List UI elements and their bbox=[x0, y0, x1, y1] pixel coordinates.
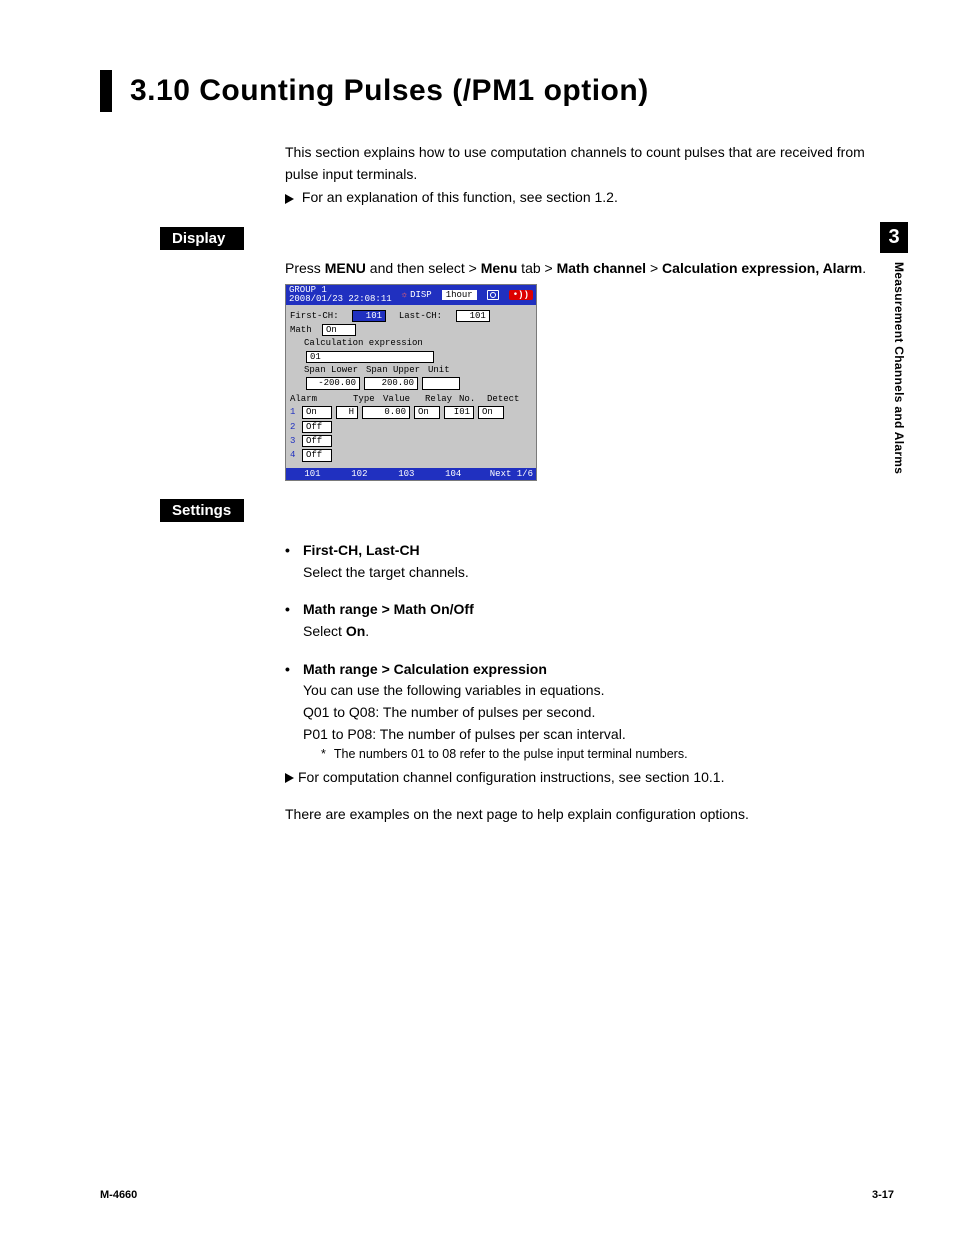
arrow-icon bbox=[285, 773, 294, 783]
arrow-icon bbox=[285, 194, 294, 204]
bullet-icon bbox=[285, 659, 303, 681]
setting-heading: Math range > Math On/Off bbox=[303, 599, 474, 621]
camera-icon bbox=[487, 290, 499, 300]
title-accent-bar bbox=[100, 70, 112, 112]
footer-page-number: 3-17 bbox=[872, 1189, 894, 1201]
settings-list: First-CH, Last-CH Select the target chan… bbox=[285, 540, 894, 789]
bullet-icon bbox=[285, 599, 303, 621]
display-instruction: Press MENU and then select > Menu tab > … bbox=[285, 258, 894, 280]
setting-heading: First-CH, Last-CH bbox=[303, 540, 420, 562]
footnote: The numbers 01 to 08 refer to the pulse … bbox=[321, 745, 894, 764]
intro-xref: For an explanation of this function, see… bbox=[302, 189, 618, 205]
device-screenshot: GROUP 12008/01/23 22:08:11 ☼DISP 1hour •… bbox=[285, 284, 537, 481]
chapter-tab: 3 bbox=[880, 222, 908, 253]
disp-icon: ☼DISP bbox=[402, 290, 432, 300]
intro-paragraph: This section explains how to use computa… bbox=[285, 142, 894, 185]
page-title: 3.10 Counting Pulses (/PM1 option) bbox=[130, 70, 649, 112]
setting-heading: Math range > Calculation expression bbox=[303, 659, 547, 681]
footer-doc-id: M-4660 bbox=[100, 1189, 137, 1201]
section-label-display: Display bbox=[160, 227, 244, 250]
bullet-icon bbox=[285, 540, 303, 562]
section-label-settings: Settings bbox=[160, 499, 244, 522]
alert-icon: •)) bbox=[509, 290, 533, 300]
closing-note: There are examples on the next page to h… bbox=[285, 804, 894, 826]
chapter-label: Measurement Channels and Alarms bbox=[892, 262, 906, 474]
